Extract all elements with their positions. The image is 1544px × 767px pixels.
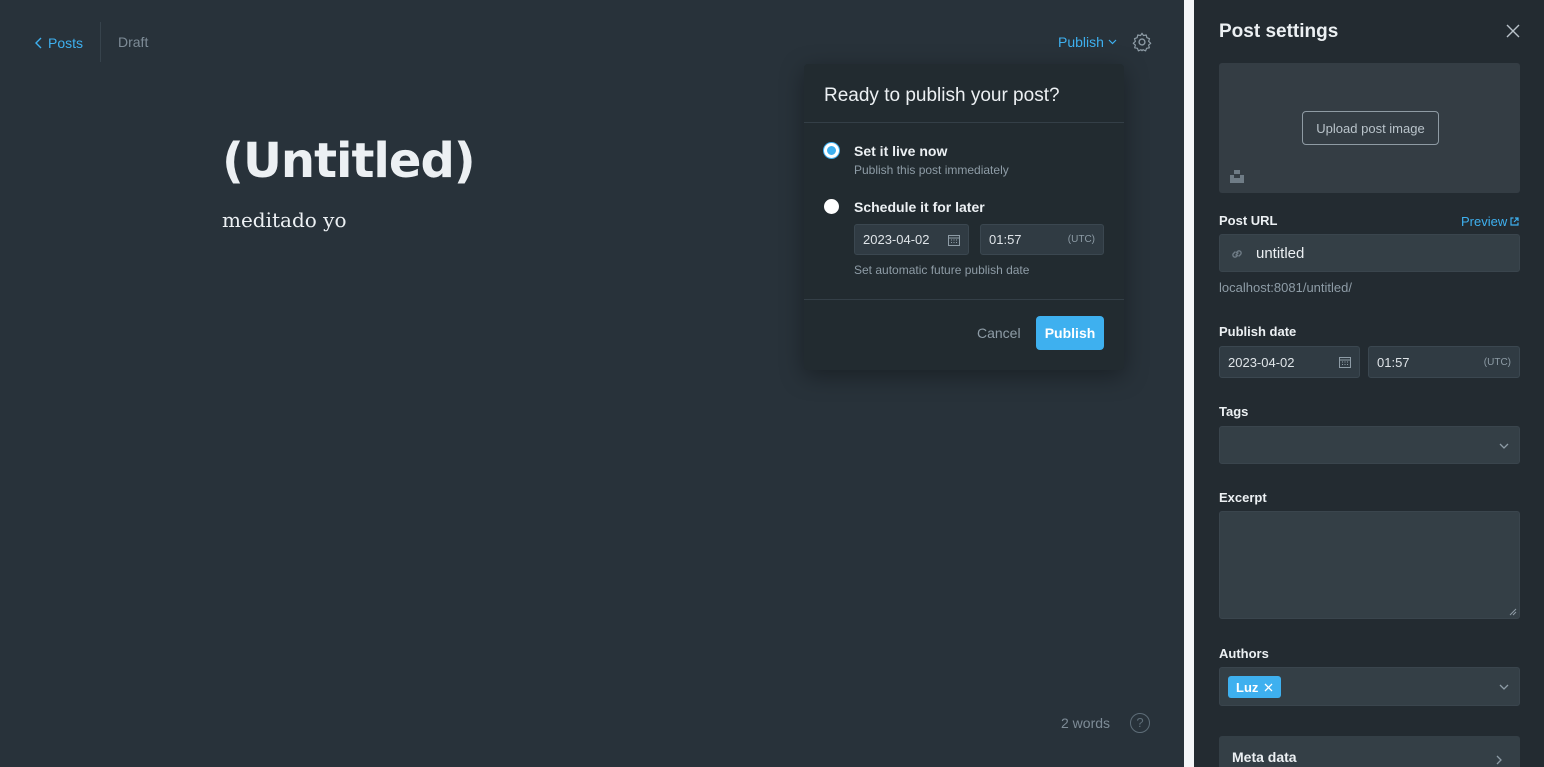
post-settings-panel: Post settings Upload post image Post URL… — [1194, 0, 1544, 767]
help-button[interactable]: ? — [1130, 713, 1150, 733]
meta-data-row[interactable]: Meta data — [1219, 736, 1520, 767]
editor-pane: Posts Draft Publish (Untitled) meditado … — [0, 0, 1184, 767]
gear-icon[interactable] — [1131, 31, 1153, 53]
preview-link[interactable]: Preview — [1461, 214, 1519, 229]
publish-popover: Ready to publish your post? Set it live … — [804, 64, 1124, 370]
chevron-down-icon — [1108, 39, 1117, 45]
chevron-down-icon — [1499, 443, 1509, 449]
publish-time-input[interactable]: 01:57 (UTC) — [1368, 346, 1520, 378]
post-url-label: Post URL — [1219, 213, 1278, 228]
post-status: Draft — [118, 34, 149, 50]
post-image-dropzone[interactable]: Upload post image — [1219, 63, 1520, 193]
settings-title: Post settings — [1219, 21, 1339, 42]
publish-timezone: (UTC) — [1483, 356, 1511, 368]
schedule-date-value: 2023-04-02 — [863, 232, 930, 247]
option-now-label[interactable]: Set it live now — [854, 143, 947, 159]
excerpt-textarea[interactable] — [1219, 511, 1520, 619]
popover-footer-divider — [804, 299, 1124, 300]
publish-button[interactable]: Publish — [1036, 316, 1104, 350]
post-body-editor[interactable]: meditado yo — [222, 208, 347, 232]
post-url-input[interactable]: untitled — [1219, 234, 1520, 272]
topbar-divider — [100, 22, 101, 62]
tags-input[interactable] — [1219, 426, 1520, 464]
chevron-left-icon — [35, 37, 42, 49]
option-now-description: Publish this post immediately — [854, 163, 1009, 177]
close-icon[interactable] — [1504, 22, 1522, 40]
back-to-posts-link[interactable]: Posts — [34, 33, 83, 53]
word-count: 2 words — [1061, 715, 1111, 731]
resize-handle-icon[interactable] — [1509, 608, 1517, 616]
link-icon — [1232, 250, 1242, 258]
post-title-field[interactable]: (Untitled) — [222, 133, 476, 189]
schedule-timezone: (UTC) — [1067, 234, 1095, 245]
meta-data-label: Meta data — [1232, 749, 1297, 765]
unsplash-icon[interactable] — [1230, 169, 1244, 183]
upload-image-button[interactable]: Upload post image — [1302, 111, 1439, 145]
remove-author-icon[interactable] — [1264, 683, 1273, 692]
schedule-date-input[interactable]: 2023-04-02 — [854, 224, 969, 255]
publish-menu-label: Publish — [1058, 34, 1104, 50]
post-url-value: untitled — [1256, 245, 1305, 262]
author-chip-label: Luz — [1236, 679, 1259, 695]
option-later-label[interactable]: Schedule it for later — [854, 199, 985, 215]
authors-label: Authors — [1219, 646, 1269, 661]
calendar-icon — [948, 234, 960, 246]
pane-divider — [1184, 0, 1194, 767]
publish-date-input[interactable]: 2023-04-02 — [1219, 346, 1360, 378]
external-link-icon — [1510, 217, 1519, 226]
preview-label: Preview — [1461, 214, 1508, 229]
schedule-time-input[interactable]: 01:57 (UTC) — [980, 224, 1104, 255]
popover-divider — [804, 122, 1124, 123]
option-later-description: Set automatic future publish date — [854, 263, 1030, 277]
authors-input[interactable]: Luz — [1219, 667, 1520, 706]
back-link-label: Posts — [48, 35, 84, 51]
post-url-hint: localhost:8081/untitled/ — [1219, 280, 1352, 295]
excerpt-label: Excerpt — [1219, 490, 1267, 505]
publish-time-value: 01:57 — [1377, 354, 1410, 370]
tags-label: Tags — [1219, 404, 1249, 419]
chevron-right-icon — [1496, 755, 1502, 765]
publish-date-label: Publish date — [1219, 324, 1297, 339]
cancel-button[interactable]: Cancel — [977, 325, 1021, 341]
chevron-down-icon — [1499, 684, 1509, 690]
author-chip[interactable]: Luz — [1228, 676, 1282, 698]
calendar-icon — [1339, 357, 1351, 368]
publish-menu-trigger[interactable]: Publish — [1058, 34, 1117, 50]
radio-set-live-now[interactable] — [824, 143, 839, 158]
publish-date-value: 2023-04-02 — [1228, 354, 1295, 370]
radio-schedule-later[interactable] — [824, 199, 839, 214]
popover-title: Ready to publish your post? — [824, 85, 1060, 106]
schedule-time-value: 01:57 — [989, 232, 1022, 247]
